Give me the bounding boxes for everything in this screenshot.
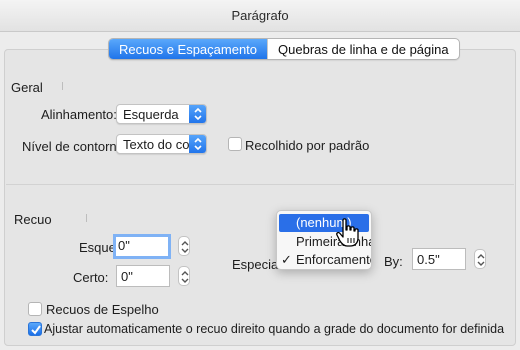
checkmark-icon: ✓ xyxy=(281,252,292,267)
certo-value: 0" xyxy=(121,269,133,284)
esquerda-stepper[interactable] xyxy=(178,236,190,256)
chevron-updown-icon xyxy=(189,135,206,153)
checkmark-icon xyxy=(31,325,41,335)
menu-item-enforcamento[interactable]: ✓ Enforcamento xyxy=(277,251,371,269)
by-label: By: xyxy=(384,254,403,269)
tab-recuos-espacamento[interactable]: Recuos e Espaçamento xyxy=(109,39,268,59)
recuo-heading: Recuo xyxy=(14,212,52,227)
window-title: Parágrafo xyxy=(231,8,289,23)
title-bar: Parágrafo xyxy=(0,0,520,32)
ajustar-label: Ajustar automaticamente o recuo direito … xyxy=(44,322,505,336)
by-value: 0.5" xyxy=(417,252,440,267)
tab-bar: Recuos e Espaçamento Quebras de linha e … xyxy=(108,38,460,60)
section-divider xyxy=(6,184,514,185)
certo-stepper[interactable] xyxy=(178,266,190,286)
chevron-updown-icon xyxy=(189,105,206,123)
recolhido-label: Recolhido por padrão xyxy=(245,138,370,153)
divider-tick xyxy=(62,82,63,90)
certo-label: Certo: xyxy=(73,270,109,285)
divider-tick xyxy=(86,214,87,222)
recolhido-checkbox[interactable] xyxy=(228,137,242,151)
nivel-contorno-select[interactable]: Texto do corpo xyxy=(116,134,207,154)
esquerda-input[interactable]: 0" xyxy=(113,234,171,259)
certo-input[interactable]: 0" xyxy=(116,265,170,287)
recuos-espelho-label: Recuos de Espelho xyxy=(46,302,159,317)
nivel-contorno-label: Nível de contorno: xyxy=(22,139,128,154)
tab-quebras-linha-pagina[interactable]: Quebras de linha e de página xyxy=(267,39,459,59)
especial-label: Especial xyxy=(232,257,282,272)
geral-heading: Geral xyxy=(11,80,43,95)
alinhamento-label: Alinhamento: xyxy=(41,107,117,122)
hand-pointer-cursor-icon xyxy=(336,218,360,251)
recuos-espelho-checkbox[interactable] xyxy=(28,302,42,316)
by-stepper[interactable] xyxy=(474,249,486,269)
alinhamento-select[interactable]: Esquerda xyxy=(116,104,207,124)
by-input[interactable]: 0.5" xyxy=(412,248,466,270)
alinhamento-value: Esquerda xyxy=(123,107,179,122)
ajustar-checkbox[interactable] xyxy=(28,322,42,336)
menu-item-label: Enforcamento xyxy=(296,252,371,267)
esquerda-value: 0" xyxy=(118,238,130,253)
